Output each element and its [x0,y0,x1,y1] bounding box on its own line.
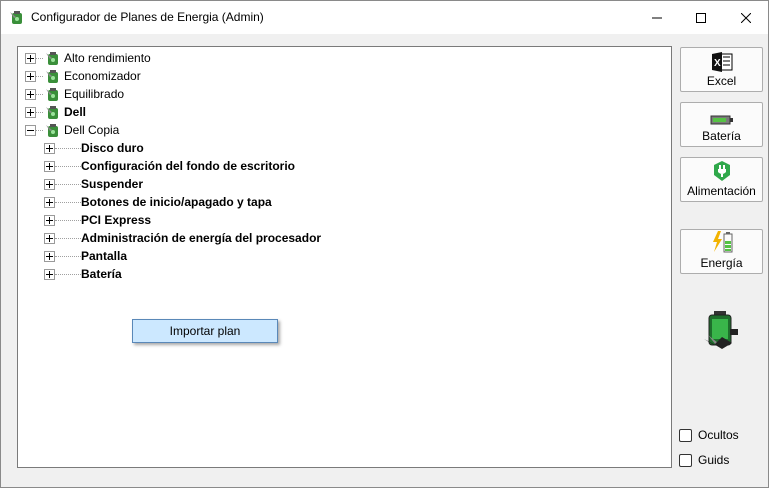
maximize-icon [696,12,706,23]
tree-node-subgroup[interactable]: Disco duro [44,139,144,157]
minimize-icon [652,17,662,18]
energy-button[interactable]: Energía [680,229,763,274]
guids-checkbox-label: Guids [698,453,730,467]
import-plan-menu-item[interactable]: Importar plan [132,319,278,343]
tree-node-plan[interactable]: Equilibrado [25,85,124,103]
plans-tree[interactable]: Alto rendimiento Economizador Equilibrad… [17,46,672,468]
minimize-button[interactable] [634,1,680,34]
battery-icon [710,115,733,125]
expand-icon[interactable] [44,214,55,226]
plan-label: Dell [64,105,87,119]
plan-icon [46,106,58,119]
title-bar[interactable]: Configurador de Planes de Energia (Admin… [1,1,768,34]
plan-icon [46,52,58,65]
plan-label: Dell Copia [64,123,120,137]
guids-checkbox-row[interactable]: Guids [679,453,729,467]
expand-icon[interactable] [44,142,55,154]
guids-checkbox[interactable] [679,453,692,467]
expand-icon[interactable] [44,250,55,262]
battery-button-label: Batería [702,129,741,143]
hidden-checkbox-label: Ocultos [698,428,739,442]
tree-node-subgroup[interactable]: Botones de inicio/apagado y tapa [44,193,272,211]
tree-node-subgroup[interactable]: Administración de energía del procesador [44,229,321,247]
collapse-icon[interactable] [25,124,36,136]
expand-icon[interactable] [25,52,36,64]
energy-icon [712,231,732,253]
plan-label: Economizador [64,69,141,83]
app-plan-icon [10,11,22,24]
plan-icon [46,70,58,83]
expand-icon[interactable] [44,160,55,172]
energy-button-label: Energía [700,256,743,270]
excel-button[interactable]: X Excel [680,47,763,92]
tree-node-subgroup[interactable]: Suspender [44,175,143,193]
tree-node-subgroup[interactable]: Batería [44,265,122,283]
maximize-button[interactable] [678,1,724,34]
subgroup-label: Pantalla [81,249,128,263]
subgroup-label: PCI Express [81,213,152,227]
plan-icon [46,124,58,137]
expand-icon[interactable] [44,232,55,244]
battery-button[interactable]: Batería [680,102,763,147]
tree-node-plan[interactable]: Dell [25,103,86,121]
plan-label: Equilibrado [64,87,125,101]
tree-node-plan-expanded[interactable]: Dell Copia [25,121,119,139]
subgroup-label: Disco duro [81,141,144,155]
hidden-checkbox[interactable] [679,428,692,442]
tree-node-subgroup[interactable]: PCI Express [44,211,151,229]
tree-node-subgroup[interactable]: Configuración del fondo de escritorio [44,157,295,175]
power-supply-button-label: Alimentación [687,184,756,198]
expand-icon[interactable] [44,178,55,190]
close-button[interactable] [723,1,769,34]
plan-label: Alto rendimiento [64,51,151,65]
subgroup-label: Administración de energía del procesador [81,231,322,245]
expand-icon[interactable] [44,268,55,280]
plan-icon [46,88,58,101]
tree-node-plan[interactable]: Alto rendimiento [25,49,151,67]
subgroup-label: Batería [81,267,122,281]
hidden-checkbox-row[interactable]: Ocultos [679,428,739,442]
expand-icon[interactable] [25,106,36,118]
main-window: Configurador de Planes de Energia (Admin… [0,0,769,488]
expand-icon[interactable] [25,70,36,82]
expand-icon[interactable] [44,196,55,208]
window-title: Configurador de Planes de Energia (Admin… [31,10,264,24]
expand-icon[interactable] [25,88,36,100]
close-icon [741,12,751,23]
svg-text:X: X [714,58,721,69]
subgroup-label: Suspender [81,177,144,191]
battery-logo-icon [704,311,738,349]
excel-icon: X [711,52,732,72]
subgroup-label: Botones de inicio/apagado y tapa [81,195,272,209]
power-supply-button[interactable]: Alimentación [680,157,763,202]
subgroup-label: Configuración del fondo de escritorio [81,159,296,173]
tree-node-plan[interactable]: Economizador [25,67,141,85]
power-plug-icon [713,161,730,181]
excel-button-label: Excel [706,74,737,88]
tree-node-subgroup[interactable]: Pantalla [44,247,127,265]
